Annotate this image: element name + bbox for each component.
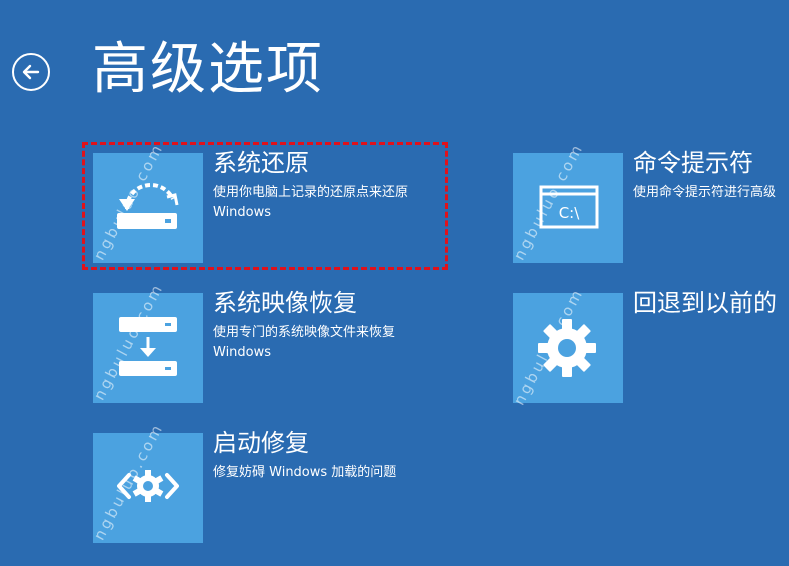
option-title: 系统映像恢复 bbox=[213, 289, 357, 317]
back-button[interactable] bbox=[12, 53, 50, 91]
option-description: 使用专门的系统映像文件来恢复 Windows bbox=[213, 325, 396, 360]
page-title: 高级选项 bbox=[92, 37, 324, 102]
back-arrow-icon bbox=[22, 64, 40, 80]
option-tile bbox=[513, 293, 623, 403]
option-title: 系统还原 bbox=[213, 149, 309, 177]
command-prompt-icon: C:\ bbox=[539, 185, 599, 229]
option-system-image-recovery[interactable]: 系统映像恢复 使用专门的系统映像文件来恢复 Windows bbox=[93, 289, 438, 405]
option-title: 回退到以前的 bbox=[633, 289, 777, 317]
startup-repair-icon bbox=[117, 470, 179, 502]
option-startup-repair[interactable]: 启动修复 修复妨碍 Windows 加载的问题 bbox=[93, 429, 438, 545]
option-description: 使用你电脑上记录的还原点来还原 Windows bbox=[213, 185, 409, 220]
gear-icon bbox=[538, 319, 596, 377]
option-tile bbox=[93, 433, 203, 543]
system-image-recovery-icon bbox=[119, 317, 177, 376]
system-restore-icon bbox=[117, 182, 179, 229]
option-command-prompt[interactable]: C:\ 命令提示符 使用命令提示符进行高级 bbox=[513, 149, 789, 265]
option-tile: C:\ bbox=[513, 153, 623, 263]
option-title: 命令提示符 bbox=[633, 149, 753, 177]
option-title: 启动修复 bbox=[213, 429, 309, 457]
option-tile bbox=[93, 293, 203, 403]
option-description: 修复妨碍 Windows 加载的问题 bbox=[213, 465, 397, 480]
option-go-back[interactable]: 回退到以前的 bbox=[513, 289, 789, 405]
option-description: 使用命令提示符进行高级 bbox=[633, 185, 777, 200]
option-system-restore[interactable]: 系统还原 使用你电脑上记录的还原点来还原 Windows bbox=[93, 149, 438, 265]
command-prompt-icon-text: C:\ bbox=[559, 204, 581, 222]
option-tile bbox=[93, 153, 203, 263]
